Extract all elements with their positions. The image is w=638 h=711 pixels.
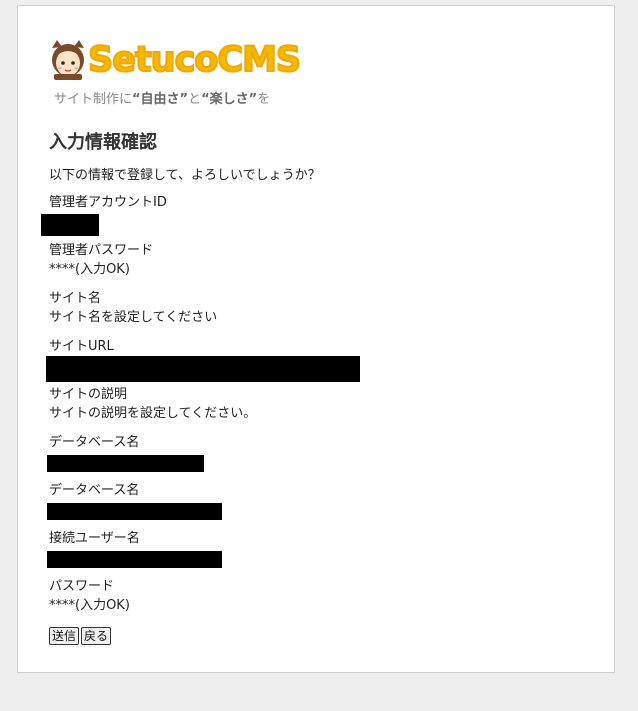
- button-row: 送信 戻る: [49, 625, 113, 645]
- field-site-name: サイト名 サイト名を設定してください: [49, 289, 217, 327]
- field-database-name: データベース名: [49, 433, 139, 452]
- field-label: サイトURL: [49, 339, 114, 354]
- field-database-name-2: データベース名: [49, 481, 139, 500]
- field-label: サイトの説明: [49, 387, 128, 402]
- redacted-site-url: [46, 356, 360, 382]
- field-label: 管理者パスワード: [49, 243, 154, 258]
- tagline: サイト制作に“自由さ”と“楽しさ”を: [54, 92, 271, 107]
- confirm-question: 以下の情報で登録して、よろしいでしょうか？: [49, 168, 321, 183]
- field-label: サイト名: [49, 291, 102, 306]
- field-label: 管理者アカウントID: [49, 195, 167, 210]
- field-db-password: パスワード ****(入力OK): [49, 577, 130, 615]
- redacted-admin-id: [41, 214, 99, 236]
- field-admin-id: 管理者アカウントID: [49, 193, 167, 212]
- field-label: データベース名: [49, 435, 140, 450]
- field-label: データベース名: [49, 483, 140, 498]
- submit-button[interactable]: 送信: [49, 627, 80, 645]
- page-title: 入力情報確認: [49, 132, 157, 153]
- field-label: パスワード: [49, 579, 115, 594]
- install-confirm-card: SetucoCMS サイト制作に“自由さ”と“楽しさ”を 入力情報確認 以下の情…: [17, 5, 615, 673]
- logo-wordmark: SetucoCMS: [87, 39, 302, 81]
- redacted-db-user: [47, 551, 222, 568]
- back-button[interactable]: 戻る: [81, 627, 112, 645]
- field-value: ****(入力OK): [49, 598, 130, 613]
- field-site-description: サイトの説明 サイトの説明を設定してください。: [49, 385, 256, 423]
- redacted-database-name-2: [47, 503, 222, 520]
- field-value: サイト名を設定してください: [49, 310, 218, 325]
- field-label: 接続ユーザー名: [49, 531, 140, 546]
- field-value: サイトの説明を設定してください。: [49, 406, 257, 421]
- field-db-user: 接続ユーザー名: [49, 529, 140, 548]
- redacted-database-name: [47, 455, 204, 472]
- field-site-url: サイトURL: [49, 337, 114, 356]
- girl-face-icon: [52, 40, 84, 80]
- field-admin-password: 管理者パスワード ****(入力OK): [49, 241, 153, 279]
- field-value: ****(入力OK): [49, 262, 130, 277]
- setuco-logo: SetucoCMS: [48, 38, 302, 82]
